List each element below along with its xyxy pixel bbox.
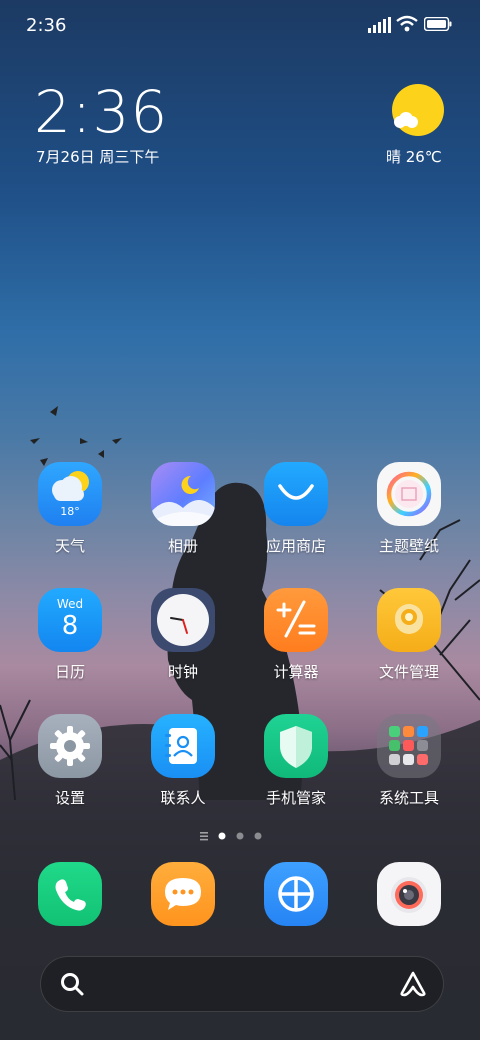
messages-icon [151, 862, 215, 926]
app-file-manager[interactable]: 文件管理 [359, 588, 459, 688]
search-icon [61, 973, 84, 996]
clock-widget-date: 7月26日 周三下午 [36, 148, 160, 166]
clock-widget-time[interactable]: 2:36 [34, 78, 168, 146]
app-folder-tools[interactable]: 系统工具 [359, 714, 459, 814]
cloud-icon [394, 112, 418, 128]
app-calendar[interactable]: Wed 8 日历 [20, 588, 120, 688]
camera-icon [377, 862, 441, 926]
app-calculator[interactable]: 计算器 [246, 588, 346, 688]
tools-folder-icon [377, 714, 441, 778]
app-security[interactable]: 手机管家 [246, 714, 346, 814]
weather-app-temp: 18° [60, 505, 80, 518]
app-label: 时钟 [167, 663, 198, 681]
app-label: 设置 [54, 789, 85, 807]
calendar-weekday: Wed [56, 597, 84, 611]
battery-icon [424, 17, 452, 31]
app-settings[interactable]: 设置 [20, 714, 120, 814]
calculator-icon [264, 588, 328, 652]
app-label: 日历 [54, 663, 85, 681]
app-label: 手机管家 [265, 789, 326, 807]
signal-icon [368, 17, 391, 33]
app-label: 主题壁纸 [378, 537, 439, 555]
contacts-icon [151, 714, 215, 778]
app-store-icon [264, 462, 328, 526]
app-label: 联系人 [160, 789, 206, 807]
dock-camera[interactable] [359, 862, 459, 962]
sunny-icon[interactable] [392, 84, 444, 136]
shield-icon [264, 714, 328, 778]
phone-icon [38, 862, 102, 926]
dock-phone[interactable] [20, 862, 120, 962]
page-indicator[interactable] [0, 830, 480, 842]
home-screen: 2:36 2:36 7月26日 周三下午 晴 26℃ 18° 天气 相册 应用商… [0, 0, 480, 1040]
weather-app-icon: 18° [38, 462, 102, 526]
app-contacts[interactable]: 联系人 [133, 714, 233, 814]
dock-messages[interactable] [133, 862, 233, 962]
app-label: 系统工具 [378, 789, 439, 807]
app-label: 计算器 [273, 663, 319, 681]
dock-browser[interactable] [246, 862, 346, 962]
app-store[interactable]: 应用商店 [246, 462, 346, 562]
voice-assistant-icon[interactable] [399, 971, 427, 997]
status-time: 2:36 [26, 15, 67, 36]
app-label: 相册 [167, 537, 198, 555]
app-weather[interactable]: 18° 天气 [20, 462, 120, 562]
app-label: 天气 [54, 537, 85, 555]
status-bar: 2:36 [0, 0, 480, 48]
gear-icon [38, 714, 102, 778]
app-label: 应用商店 [265, 537, 326, 555]
themes-icon [377, 462, 441, 526]
calendar-icon: Wed 8 [38, 588, 102, 652]
menu-lines-icon [200, 832, 208, 841]
app-clock[interactable]: 时钟 [133, 588, 233, 688]
gallery-icon [151, 462, 215, 526]
wifi-icon [396, 15, 418, 32]
calendar-day: 8 [61, 611, 79, 641]
browser-icon [264, 862, 328, 926]
app-label: 文件管理 [378, 663, 439, 681]
app-gallery[interactable]: 相册 [133, 462, 233, 562]
folder-icon [377, 588, 441, 652]
weather-condition-temp: 晴 26℃ [386, 148, 442, 166]
search-bar[interactable] [40, 956, 444, 1012]
clock-icon [151, 588, 215, 652]
app-themes[interactable]: 主题壁纸 [359, 462, 459, 562]
